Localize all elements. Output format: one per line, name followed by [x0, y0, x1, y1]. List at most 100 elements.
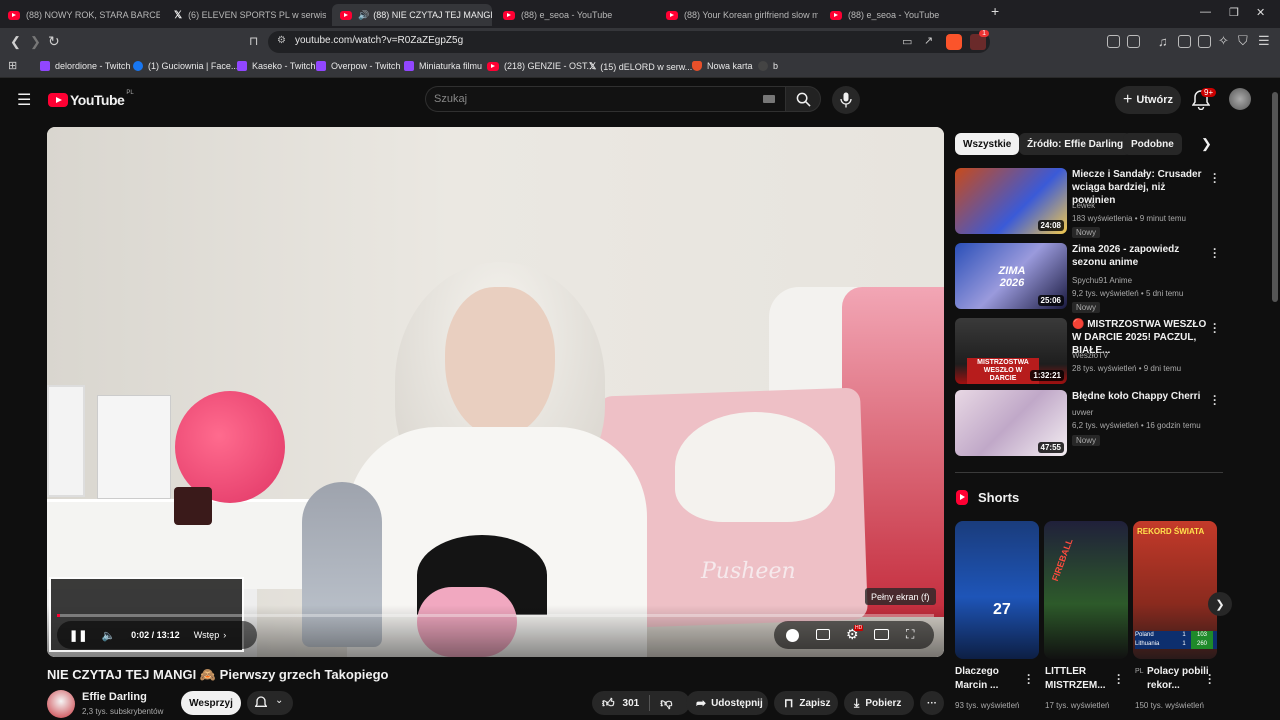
menu-icon[interactable]: ☰: [1258, 33, 1270, 49]
more-vertical-icon[interactable]: · · ·: [1208, 669, 1212, 689]
more-vertical-icon[interactable]: · · ·: [1213, 390, 1217, 410]
extension-icon[interactable]: [1107, 35, 1120, 48]
miniplayer-icon[interactable]: [874, 629, 889, 640]
bookmark-item[interactable]: Kaseko - Twitch: [237, 61, 315, 71]
subtitles-icon[interactable]: [816, 629, 830, 640]
video-thumbnail[interactable]: ZIMA 2026 25:06: [955, 243, 1067, 309]
bookmark-item[interactable]: Miniaturka filmu: [404, 61, 482, 71]
channel-avatar[interactable]: [47, 690, 75, 718]
autoplay-icon[interactable]: [786, 629, 799, 642]
short-title[interactable]: LITTLER MISTRZEM...: [1045, 665, 1117, 693]
browser-tab[interactable]: (88) Your Korean girlfriend slow morn: [658, 4, 818, 26]
rewards-icon[interactable]: 1: [970, 30, 989, 50]
search-input[interactable]: Szukaj: [425, 86, 785, 112]
channel-name[interactable]: Effie Darling: [82, 691, 147, 703]
subscription-bell-button[interactable]: ⌄: [247, 691, 293, 715]
short-title[interactable]: Polacy pobili rekor...: [1147, 665, 1209, 693]
support-button[interactable]: Wesprzyj: [181, 691, 241, 715]
browser-tab[interactable]: (88) e_seoa - YouTube: [822, 4, 982, 26]
short-thumbnail[interactable]: 27: [955, 521, 1039, 659]
recommendation-item[interactable]: 47:55 Błędne koło Chappy Cherri uvwer 6,…: [955, 390, 1225, 458]
progress-bar[interactable]: [57, 614, 934, 617]
volume-icon[interactable]: 🔈: [101, 629, 115, 642]
rec-channel[interactable]: WeszłoTV: [1072, 351, 1108, 360]
keyboard-icon[interactable]: [763, 95, 775, 103]
rec-channel[interactable]: uvwer: [1072, 408, 1093, 417]
fullscreen-icon[interactable]: ⛶: [906, 627, 914, 642]
bookmark-item[interactable]: 𝕏 (15) dELORD w serw...: [589, 61, 692, 72]
notifications-button[interactable]: 9+: [1192, 88, 1217, 110]
bookmark-icon[interactable]: ⊓: [249, 34, 258, 48]
page-scrollbar[interactable]: [1272, 92, 1278, 302]
close-window-icon[interactable]: ✕: [1256, 6, 1265, 19]
brave-shields-icon[interactable]: [946, 34, 962, 50]
browser-tab[interactable]: 𝕏 (6) ELEVEN SPORTS PL w serwisie X:: [166, 4, 326, 26]
chevron-right-icon[interactable]: ❯: [1201, 136, 1212, 152]
chip-all[interactable]: Wszystkie: [955, 133, 1020, 155]
short-thumbnail[interactable]: FIREBALL: [1044, 521, 1128, 659]
vpn-icon[interactable]: ⛉: [1238, 33, 1248, 49]
video-thumbnail[interactable]: 24:08: [955, 168, 1067, 234]
rec-channel[interactable]: Lewek: [1072, 201, 1095, 210]
chip-source[interactable]: Źródło: Effie Darling: [1019, 133, 1132, 155]
recommendation-item[interactable]: MISTRZOSTWA WESZŁO W DARCIE 1:32:21 🔴 MI…: [955, 318, 1225, 386]
more-vertical-icon[interactable]: · · ·: [1213, 318, 1217, 338]
cast-icon[interactable]: ▭: [902, 35, 912, 48]
user-avatar[interactable]: [1229, 88, 1251, 110]
music-icon[interactable]: ♫: [1158, 34, 1168, 49]
more-vertical-icon[interactable]: · · ·: [1213, 168, 1217, 188]
new-tab-button[interactable]: +: [991, 3, 999, 19]
leo-ai-icon[interactable]: ✧: [1218, 33, 1229, 49]
voice-search-button[interactable]: [832, 86, 860, 114]
like-icon[interactable]: 👍︎: [602, 696, 615, 711]
maximize-icon[interactable]: ❐: [1229, 6, 1239, 19]
url-text[interactable]: youtube.com/watch?v=R0ZaZEgpZ5g: [295, 35, 463, 46]
rec-channel[interactable]: Spychu91 Anime: [1072, 276, 1132, 285]
rec-title[interactable]: Błędne koło Chappy Cherri: [1072, 390, 1209, 403]
dislike-icon[interactable]: 👎︎: [660, 696, 672, 711]
chevron-right-icon[interactable]: ›: [223, 630, 226, 640]
like-count[interactable]: 301: [623, 698, 640, 709]
apps-grid-icon[interactable]: ⊞: [8, 59, 17, 72]
more-actions-button[interactable]: ···: [920, 691, 944, 715]
chip-related[interactable]: Podobne: [1123, 133, 1182, 155]
browser-tab[interactable]: (88) NOWY ROK, STARA BARCELONA: [0, 4, 160, 26]
speaker-icon[interactable]: 🔊: [358, 10, 369, 21]
site-info-icon[interactable]: ⚙: [277, 35, 286, 46]
video-player[interactable]: Pusheen ❚❚ 🔈 0:02 / 13:12 Wstęp › Pełny …: [47, 127, 944, 657]
more-vertical-icon[interactable]: · · ·: [1117, 669, 1121, 689]
shorts-next-button[interactable]: ❯: [1208, 592, 1232, 616]
back-arrow-icon[interactable]: ❮: [10, 34, 21, 50]
wallet-icon[interactable]: [1198, 35, 1211, 48]
sidebar-toggle-icon[interactable]: [1178, 35, 1191, 48]
recommendation-item[interactable]: 24:08 Miecze i Sandały: Crusader wciąga …: [955, 168, 1225, 238]
bookmark-item[interactable]: Overpow - Twitch: [316, 61, 400, 71]
bookmark-item[interactable]: (1) Guciownia | Face...: [133, 61, 238, 71]
bookmark-item[interactable]: delordione - Twitch: [40, 61, 130, 71]
short-title[interactable]: Dlaczego Marcin ...: [955, 665, 1027, 693]
minimize-icon[interactable]: —: [1200, 6, 1211, 18]
address-bar[interactable]: ⚙ youtube.com/watch?v=R0ZaZEgpZ5g ▭ ↗ 1: [268, 30, 990, 53]
rec-title[interactable]: Zima 2026 - zapowiedz sezonu anime: [1072, 243, 1209, 269]
bookmark-item[interactable]: Nowa karta: [692, 61, 753, 71]
chapter-title[interactable]: Wstęp: [194, 630, 220, 640]
forward-arrow-icon[interactable]: ❯: [30, 34, 41, 50]
browser-tab-active[interactable]: 🔊 (88) NIE CZYTAJ TEJ MANGI ✕: [332, 4, 492, 26]
download-button[interactable]: ⤓ Pobierz: [844, 691, 914, 715]
reload-icon[interactable]: ↻: [48, 33, 60, 50]
save-button[interactable]: ⊓ Zapisz: [774, 691, 838, 715]
create-button[interactable]: + Utwórz: [1115, 86, 1181, 114]
youtube-logo[interactable]: YouTube PL: [48, 90, 134, 108]
short-thumbnail[interactable]: REKORD ŚWIATA Poland 1 103 Lithuania 1 260: [1133, 521, 1217, 659]
share-button[interactable]: ➦ Udostępnij: [686, 691, 768, 715]
video-thumbnail[interactable]: 47:55: [955, 390, 1067, 456]
video-thumbnail[interactable]: MISTRZOSTWA WESZŁO W DARCIE 1:32:21: [955, 318, 1067, 384]
share-icon[interactable]: ↗: [924, 34, 933, 47]
more-vertical-icon[interactable]: · · ·: [1027, 669, 1031, 689]
hamburger-menu-icon[interactable]: ☰: [17, 90, 31, 110]
more-vertical-icon[interactable]: · · ·: [1213, 243, 1217, 263]
bookmark-item[interactable]: b: [758, 61, 778, 71]
bookmark-item[interactable]: (218) GENZIE - OST...: [487, 61, 594, 71]
recommendation-item[interactable]: ZIMA 2026 25:06 Zima 2026 - zapowiedz se…: [955, 243, 1225, 313]
browser-tab[interactable]: (88) e_seoa - YouTube: [495, 4, 655, 26]
